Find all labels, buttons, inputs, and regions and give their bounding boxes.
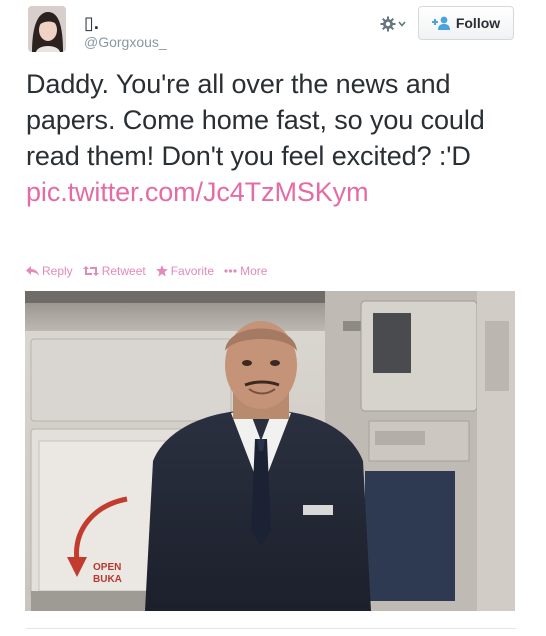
- tweet-text: Daddy. You're all over the news and pape…: [26, 66, 526, 210]
- avatar-image: [28, 6, 66, 52]
- retweet-label: Retweet: [101, 264, 146, 278]
- photo-illustration: OPEN BUKA: [25, 291, 515, 611]
- avatar[interactable]: [28, 6, 66, 52]
- favorite-label: Favorite: [170, 264, 215, 278]
- display-name[interactable]: ▯.: [84, 13, 99, 33]
- more-label: More: [240, 264, 268, 278]
- screen-name[interactable]: @Gorgxous_: [84, 34, 167, 50]
- chevron-down-icon: [398, 21, 406, 27]
- favorite-action[interactable]: Favorite: [155, 264, 215, 278]
- follow-button[interactable]: Follow: [418, 6, 514, 40]
- reply-action[interactable]: Reply: [26, 264, 73, 278]
- retweet-action[interactable]: Retweet: [82, 264, 146, 278]
- retweet-icon: [82, 266, 99, 276]
- tweet-media-link[interactable]: pic.twitter.com/Jc4TzMSKym: [26, 174, 526, 210]
- bottom-divider: [26, 628, 516, 629]
- tweet-photo[interactable]: OPEN BUKA: [25, 291, 515, 611]
- more-action[interactable]: More: [224, 264, 267, 278]
- reply-label: Reply: [42, 264, 73, 278]
- follow-label: Follow: [455, 15, 501, 31]
- photo-sign-buka: BUKA: [93, 574, 122, 585]
- add-user-icon: [431, 16, 450, 30]
- gear-icon: [380, 16, 396, 32]
- photo-sign-open: OPEN: [93, 562, 121, 573]
- tweet-actions: Reply Retweet Favorite More: [26, 264, 277, 278]
- user-actions-menu[interactable]: [380, 14, 408, 34]
- star-icon: [155, 265, 168, 277]
- reply-icon: [26, 266, 39, 276]
- tweet-body: Daddy. You're all over the news and pape…: [26, 69, 485, 171]
- more-dots-icon: [224, 269, 237, 273]
